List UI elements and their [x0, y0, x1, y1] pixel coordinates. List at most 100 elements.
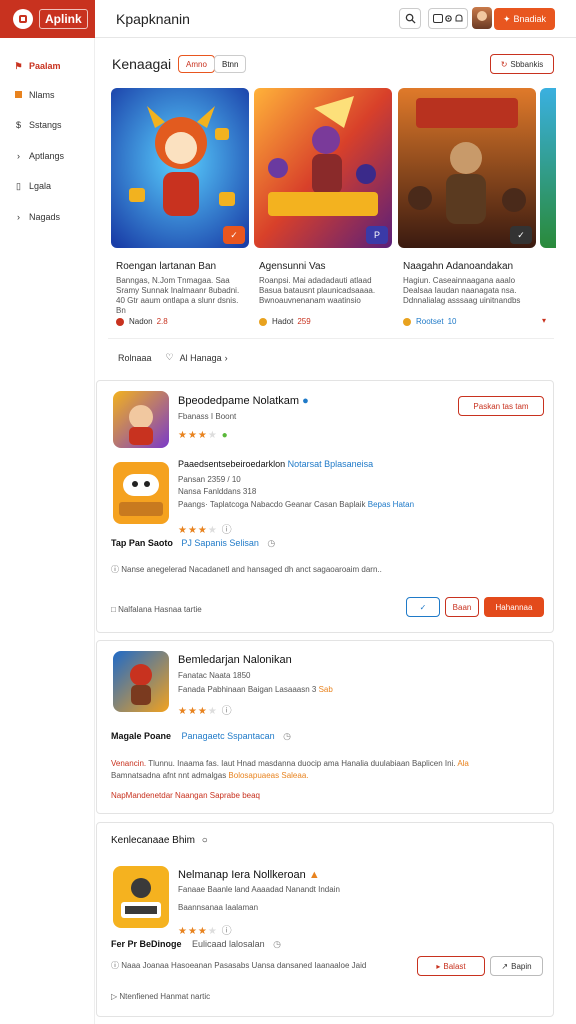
refresh-icon: ↻ [500, 59, 508, 69]
tag-link[interactable]: Panagaetc Sspantacan [182, 731, 275, 741]
search-button[interactable] [399, 8, 421, 29]
settings-icon[interactable]: ○ [202, 835, 208, 846]
featured-card[interactable]: P Agensunni Vas Roanpsi. Mai adadadauti … [254, 86, 394, 336]
app-icon[interactable] [113, 651, 169, 712]
app-footer: ▷ Ntenfiened Hanmat nartic [111, 992, 210, 1001]
tag-label: Fer Pr BeDinoge [111, 939, 182, 949]
page-icon: ▯ [16, 180, 21, 191]
status-dot-icon [116, 317, 124, 326]
filter-left-label: Rolnaaa [118, 352, 152, 363]
main-action-button[interactable]: Hahannaa [484, 597, 544, 617]
doc-icon: □ [111, 605, 116, 614]
page-title: Kpapknanin [116, 11, 190, 27]
chip-btnn[interactable]: Btnn [214, 55, 247, 73]
see-all-button[interactable]: ↻ Sbbankis [490, 54, 554, 74]
desc-text: Bamnatsadna afnt nnt admalgas [111, 771, 227, 780]
app-icon[interactable] [113, 391, 169, 448]
app-stat-line: Fanaae Baanle land Aaaadad Nanandt Indai… [178, 885, 340, 894]
clock-icon: ◷ [283, 731, 291, 741]
brand[interactable]: Aplink [0, 0, 95, 38]
alert-text[interactable]: NapMandenetdar Naangan Saprabe beaq [111, 791, 260, 800]
card-badge-icon: ✓ [510, 226, 532, 244]
desc-link: Ala [457, 759, 469, 768]
app-title: Nelmanap Iera Nollkeroan ▲ [178, 869, 320, 881]
app-stat-line: Baannsanaa Iaalaman [178, 903, 259, 912]
sidebar-item-label: Nlams [29, 90, 55, 100]
app-stat-line: Fanada Pabhinaan Baigan Lasaaasn 3 Sab [178, 685, 333, 694]
desc-text: Tlunnu. Inaama fas. Iaut Hnad masdanna d… [148, 759, 456, 768]
app-note: ⓘ Nanse anegelerad Nacadanetl and hansag… [111, 564, 431, 575]
card-meta-label: Hadot [272, 317, 294, 326]
filter-row[interactable]: Rolnaaa ♡ Al Hanaga › [118, 352, 228, 363]
app-description: Bamnatsadna afnt nnt admalgas Bolosapuae… [111, 771, 308, 780]
sidebar-item-lgala[interactable]: ▯ Lgala [0, 175, 95, 197]
chevron-right-icon: › [17, 212, 20, 222]
app-title-text: Bpeodedpame Nolatkam [178, 395, 300, 407]
card-badge-icon: P [366, 226, 388, 244]
card-meta: Rootset 10 [403, 317, 456, 326]
card-meta-label: Nadon [129, 317, 153, 326]
spark-icon: ✦ [502, 13, 511, 24]
sidebar-item-nlams[interactable]: Nlams [0, 84, 95, 106]
small-action-button[interactable]: Baan [445, 597, 479, 617]
app-title: Bemledarjan Nalonikan [178, 654, 292, 666]
card-title: Agensunni Vas [259, 261, 326, 272]
featured-card[interactable]: ✓ Naagahn Adanoandakan Hagiun. Caseainna… [398, 86, 538, 336]
app-note: ⓘ Naaa Joanaa Hasoeanan Pasasabs Uansa d… [111, 960, 366, 971]
app-footer-text: Nalfalana Hasnaa tartie [118, 605, 202, 614]
tag-label: Magale Poane [111, 731, 172, 741]
verified-icon: ● [302, 395, 309, 407]
info-icon: ⓘ [221, 525, 233, 536]
flame-icon: ▲ [308, 869, 320, 881]
card-meta-value: 10 [447, 317, 457, 326]
clock-icon: ◷ [267, 538, 276, 548]
top-bar: Aplink Kpapknanin ✦ Bnadiak [0, 0, 576, 38]
app-note-text: Naaa Joanaa Hasoeanan Pasasabs Uansa dan… [121, 961, 367, 970]
sidebar-item-aptlangs[interactable]: › Aptlangs [0, 145, 95, 167]
secondary-action-button[interactable]: Paskan tas tam [458, 396, 544, 416]
card-meta-value: 2.8 [156, 317, 168, 326]
chip-amno[interactable]: Amno [178, 55, 215, 73]
chevron-down-icon[interactable]: ▾ [542, 316, 546, 325]
sidebar-item-sstangs[interactable]: $ Sstangs [0, 114, 95, 136]
featured-card[interactable]: ✓ Roengan lartanan Ban Banngas, N.Jom Tn… [111, 86, 251, 336]
sidebar-item-nagads[interactable]: › Nagads [0, 206, 95, 228]
badge-icon: ● [221, 430, 229, 441]
see-all-label: Sbbankis [510, 59, 544, 69]
card-meta: Hadot 259 [259, 317, 311, 326]
sidebar-item-paalam[interactable]: ⚑ Paalam [0, 55, 95, 77]
app-description: Venancin. Tlunnu. Inaama fas. Iaut Hnad … [111, 759, 469, 768]
sidebar-item-label: Nagads [29, 212, 61, 222]
panel-header: Kenlecanaae Bhim ○ [111, 835, 208, 846]
app-stat-line: Paangs· Taplatcoga Nabacdo Geanar Casan … [178, 500, 414, 509]
app-icon[interactable] [113, 462, 169, 524]
tag-link[interactable]: PJ Sapanis Selisan [181, 538, 259, 548]
avatar[interactable] [472, 7, 492, 29]
play-icon: ▸ [436, 961, 441, 971]
search-icon [405, 13, 416, 24]
star-rating: ★★★★ ⓘ [178, 525, 233, 536]
app-detail-panel: Bemledarjan Nalonikan Fanatac Naata 1850… [96, 640, 554, 814]
share-button[interactable]: ✓ [406, 597, 440, 617]
heart-icon: ♡ [165, 352, 174, 362]
button-label: Balast [443, 961, 466, 971]
secondary-grey-button[interactable]: ↗ Bapin [490, 956, 543, 976]
tag-text: Eulicaad lalosalan [192, 939, 265, 949]
sidebar-item-label: Lgala [29, 181, 52, 191]
bookmark-icon: ⚑ [14, 60, 23, 71]
brand-name: Aplink [39, 9, 88, 29]
app-list-panel: Bpeodedpame Nolatkam ● Fbanass I Boont ★… [96, 380, 554, 633]
status-dot-icon [259, 317, 267, 326]
info-icon: ⓘ [111, 961, 119, 970]
star-rating: ★★★★ ⓘ [178, 706, 233, 717]
primary-action-button[interactable]: ✦ Bnadiak [494, 8, 555, 30]
app-icon[interactable] [113, 866, 169, 928]
card-badge-icon: ✓ [223, 226, 245, 244]
toolbar-icon-group[interactable] [428, 8, 468, 29]
carousel-peek-image[interactable] [540, 88, 556, 248]
desc-label: Venancin. [111, 759, 147, 768]
primary-outline-button[interactable]: ▸ Balast [417, 956, 485, 976]
app-footer: □ Nalfalana Hasnaa tartie [111, 605, 202, 614]
card-description: Banngas, N.Jom Tnmagaa. Saa Sramy Sunnak… [116, 276, 240, 315]
tag-row: Magale Poane Panagaetc Sspantacan ◷ [111, 731, 291, 742]
